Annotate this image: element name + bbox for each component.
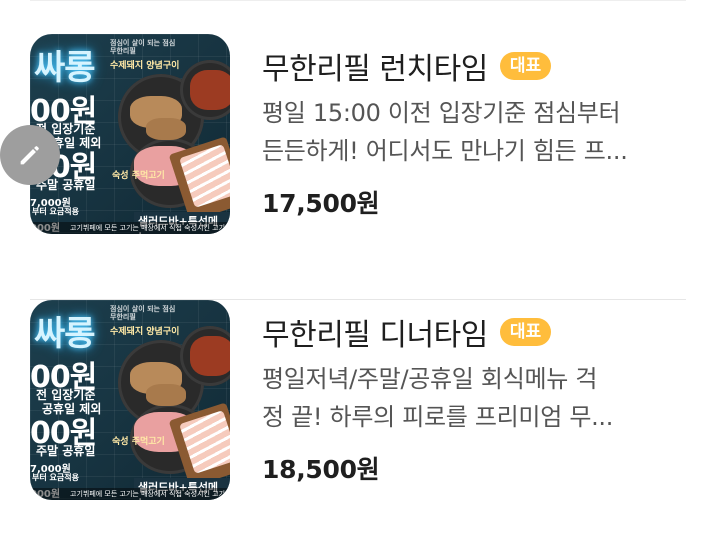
menu-item-dinner[interactable]: 싸롱 점심이 살이 되는 점심 무한리필 수제돼지 양념구이 숙성 주먹고기 0…: [30, 300, 686, 556]
thumbnail-note-c: 주말 공휴일: [36, 444, 96, 458]
menu-thumbnail[interactable]: 싸롱 점심이 살이 되는 점심 무한리필 수제돼지 양념구이 숙성 주먹고기 0…: [30, 34, 230, 234]
pencil-icon: [20, 146, 39, 165]
thumbnail-label-pork: 수제돼지 양념구이: [110, 61, 180, 71]
thumbnail-brand: 싸롱: [34, 48, 96, 88]
meat-image: [190, 70, 230, 110]
description-line: 정 끝! 하루의 피로를 프리미엄 무...: [262, 403, 614, 431]
menu-item-lunch[interactable]: 싸롱 점심이 살이 되는 점심 무한리필 수제돼지 양념구이 숙성 주먹고기 0…: [0, 34, 686, 300]
menu-title[interactable]: 무한리필 런치타임: [262, 44, 488, 88]
thumbnail-small-b: 부터 요금적용: [32, 207, 79, 216]
menu-description: 평일 15:00 이전 입장기준 점심부터 든든하게! 어디서도 만나기 힘든 …: [262, 94, 686, 170]
signature-badge: 대표: [499, 52, 552, 80]
thumbnail-label-sliced: 숙성 주먹고기: [112, 437, 165, 447]
title-row: 무한리필 디너타임 대표: [262, 310, 552, 354]
menu-price: 18,500원: [262, 455, 380, 484]
thumbnail-tagline: 점심이 살이 되는 점심 무한리필: [110, 39, 176, 55]
menu-thumbnail[interactable]: 싸롱 점심이 살이 되는 점심 무한리필 수제돼지 양념구이 숙성 주먹고기 0…: [30, 300, 230, 500]
menu-title[interactable]: 무한리필 디너타임: [262, 310, 488, 354]
description-line: 평일저녁/주말/공휴일 회식메뉴 걱: [262, 365, 598, 393]
thumbnail-small-b: 부터 요금적용: [32, 473, 79, 482]
menu-list: 싸롱 점심이 살이 되는 점심 무한리필 수제돼지 양념구이 숙성 주먹고기 0…: [0, 0, 706, 556]
menu-price: 17,500원: [262, 189, 380, 218]
meat-image: [146, 384, 186, 406]
title-row: 무한리필 런치타임 대표: [262, 44, 552, 88]
thumbnail-footer: 고기뷔페에 모든 고기는 매장에서 직접 숙성시킨 고기: [30, 222, 230, 234]
thumbnail-tagline: 점심이 살이 되는 점심 무한리필: [110, 305, 176, 321]
thumbnail-footer: 고기뷔페에 모든 고기는 매장에서 직접 숙성시킨 고기: [30, 488, 230, 500]
meat-image: [190, 336, 230, 376]
thumbnail-brand: 싸롱: [34, 314, 96, 354]
edit-button[interactable]: [0, 125, 60, 185]
thumbnail-label-pork: 수제돼지 양념구이: [110, 327, 180, 337]
menu-description: 평일저녁/주말/공휴일 회식메뉴 걱 정 끝! 하루의 피로를 프리미엄 무..…: [262, 360, 686, 436]
signature-badge: 대표: [499, 318, 552, 346]
description-line: 평일 15:00 이전 입장기준 점심부터: [262, 99, 621, 127]
meat-image: [146, 118, 186, 140]
thumbnail-label-sliced: 숙성 주먹고기: [112, 171, 165, 181]
description-line: 든든하게! 어디서도 만나기 힘든 프...: [262, 137, 628, 165]
